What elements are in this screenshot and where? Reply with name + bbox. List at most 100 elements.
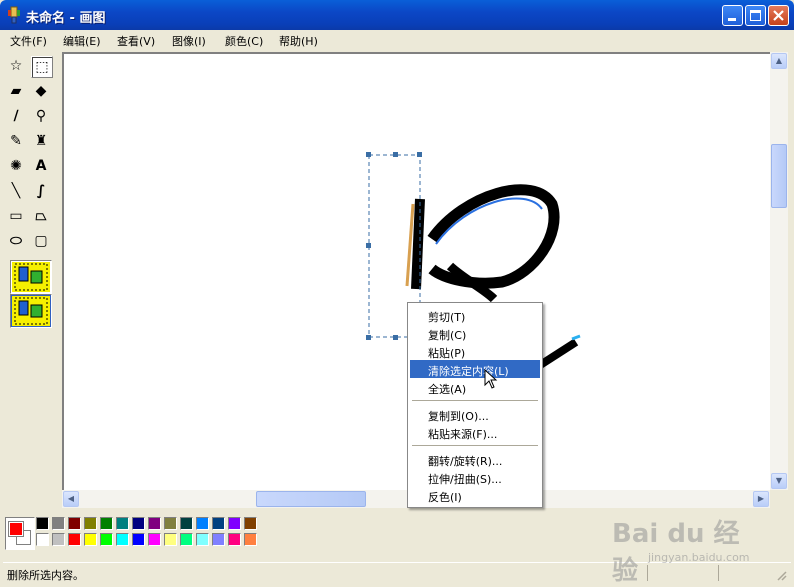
color-swatch[interactable] xyxy=(164,533,177,546)
tool-button[interactable]: ♜ xyxy=(31,131,53,153)
context-menu-item[interactable]: 全选(A) xyxy=(410,378,540,396)
tool-button[interactable]: ⚲ xyxy=(31,106,53,128)
scroll-right-button[interactable]: ▶ xyxy=(753,491,769,507)
color-swatch[interactable] xyxy=(148,533,161,546)
transparency-option-opaque[interactable] xyxy=(10,260,52,294)
tool-button[interactable]: ⏢ xyxy=(31,206,53,228)
close-button[interactable] xyxy=(768,5,789,26)
tool-button[interactable]: ▢ xyxy=(31,231,53,253)
color-swatch[interactable] xyxy=(180,533,193,546)
context-menu-item[interactable]: 拉伸/扭曲(S)... xyxy=(410,468,540,486)
horizontal-scroll-thumb[interactable] xyxy=(256,491,366,507)
title-bar[interactable]: 未命名 - 画图 xyxy=(0,0,794,30)
pencil-icon: ✎ xyxy=(10,133,22,149)
airbrush-icon: ✺ xyxy=(10,158,22,174)
color-swatch[interactable] xyxy=(148,517,161,530)
context-menu-item[interactable]: 复制到(O)... xyxy=(410,405,540,423)
menu-edit[interactable]: 编辑(E) xyxy=(63,33,101,49)
color-swatch[interactable] xyxy=(212,517,225,530)
menu-file[interactable]: 文件(F) xyxy=(10,33,47,49)
color-swatch[interactable] xyxy=(132,517,145,530)
watermark-url: jingyan.baidu.com xyxy=(648,551,750,564)
magnifier-icon: ⚲ xyxy=(35,108,47,124)
color-swatch[interactable] xyxy=(244,517,257,530)
context-menu-item[interactable]: 翻转/旋转(R)... xyxy=(410,450,540,468)
maximize-button[interactable] xyxy=(745,5,766,26)
scroll-up-button[interactable]: ▲ xyxy=(771,53,787,69)
context-menu-item[interactable]: 粘贴来源(F)... xyxy=(410,423,540,441)
scroll-left-icon: ◀ xyxy=(67,494,75,503)
scroll-down-icon: ▼ xyxy=(775,476,783,485)
tool-button[interactable]: ∕ xyxy=(6,106,28,128)
context-menu-item[interactable]: 反色(I) xyxy=(410,486,540,504)
minimize-icon xyxy=(728,18,736,21)
fill-bucket-icon: ◆ xyxy=(35,83,47,99)
tool-button[interactable]: ◆ xyxy=(31,81,53,103)
color-swatch[interactable] xyxy=(52,533,65,546)
context-menu-item-label: 剪切(T) xyxy=(428,311,466,324)
color-swatch[interactable] xyxy=(244,533,257,546)
menu-separator xyxy=(412,445,538,446)
rounded-rectangle-icon: ▢ xyxy=(34,233,48,249)
mouse-cursor-icon xyxy=(484,369,498,389)
tool-button[interactable]: ✺ xyxy=(6,156,28,178)
color-swatch[interactable] xyxy=(100,533,113,546)
foreground-color-swatch[interactable] xyxy=(8,521,24,537)
context-menu-item[interactable]: 剪切(T) xyxy=(410,306,540,324)
color-swatch[interactable] xyxy=(100,517,113,530)
context-menu-item[interactable]: 粘贴(P) xyxy=(410,342,540,360)
minimize-button[interactable] xyxy=(722,5,743,26)
color-swatch[interactable] xyxy=(52,517,65,530)
color-swatch[interactable] xyxy=(196,517,209,530)
context-menu-item[interactable]: 复制(C) xyxy=(410,324,540,342)
tool-button[interactable]: ▰ xyxy=(6,81,28,103)
color-swatch[interactable] xyxy=(68,533,81,546)
color-swatch[interactable] xyxy=(132,533,145,546)
color-swatch[interactable] xyxy=(84,517,97,530)
tool-button[interactable]: ▭ xyxy=(6,206,28,228)
context-menu-item-label: 复制(C) xyxy=(428,329,467,342)
tool-button[interactable]: ⬭ xyxy=(6,231,28,253)
color-swatch[interactable] xyxy=(36,517,49,530)
line-icon: ╲ xyxy=(11,183,21,199)
context-menu-item-label: 全选(A) xyxy=(428,383,467,396)
color-swatch[interactable] xyxy=(116,517,129,530)
tool-button[interactable]: ☆ xyxy=(6,56,28,78)
color-swatch[interactable] xyxy=(164,517,177,530)
color-swatch[interactable] xyxy=(116,533,129,546)
tool-button[interactable]: ✎ xyxy=(6,131,28,153)
scroll-left-button[interactable]: ◀ xyxy=(63,491,79,507)
tool-button[interactable]: ⬚ xyxy=(31,56,53,78)
scroll-down-button[interactable]: ▼ xyxy=(771,473,787,489)
tool-button[interactable]: ╲ xyxy=(6,181,28,203)
color-swatch[interactable] xyxy=(228,533,241,546)
color-swatch[interactable] xyxy=(36,533,49,546)
polygon-icon: ⏢ xyxy=(35,208,47,224)
color-swatch[interactable] xyxy=(212,533,225,546)
menu-view[interactable]: 查看(V) xyxy=(117,33,155,49)
menu-separator xyxy=(412,400,538,401)
curve-icon: ∫ xyxy=(36,183,46,199)
color-swatch[interactable] xyxy=(84,533,97,546)
vertical-scroll-thumb[interactable] xyxy=(771,144,787,208)
tool-button[interactable]: A xyxy=(31,156,53,178)
paint-app-icon[interactable] xyxy=(6,6,22,24)
maximize-icon xyxy=(750,10,761,21)
color-swatch[interactable] xyxy=(180,517,193,530)
color-swatch[interactable] xyxy=(196,533,209,546)
watermark: Bai du 经验 jingyan.baidu.com xyxy=(612,511,762,586)
vertical-scrollbar[interactable]: ▲ ▼ xyxy=(770,52,788,490)
color-swatch[interactable] xyxy=(228,517,241,530)
menu-help[interactable]: 帮助(H) xyxy=(279,33,318,49)
tool-button[interactable]: ∫ xyxy=(31,181,53,203)
resize-grip-icon[interactable] xyxy=(775,569,787,581)
menu-colors[interactable]: 颜色(C) xyxy=(225,33,263,49)
menu-image[interactable]: 图像(I) xyxy=(172,33,206,49)
eraser-icon: ▰ xyxy=(10,83,22,99)
brush-icon: ♜ xyxy=(34,133,48,149)
transparent-select-icon xyxy=(12,296,50,326)
color-swatch[interactable] xyxy=(68,517,81,530)
context-menu-item[interactable]: 清除选定内容(L) xyxy=(410,360,540,378)
transparency-option-transparent[interactable] xyxy=(10,294,52,328)
ellipse-icon: ⬭ xyxy=(10,233,22,249)
